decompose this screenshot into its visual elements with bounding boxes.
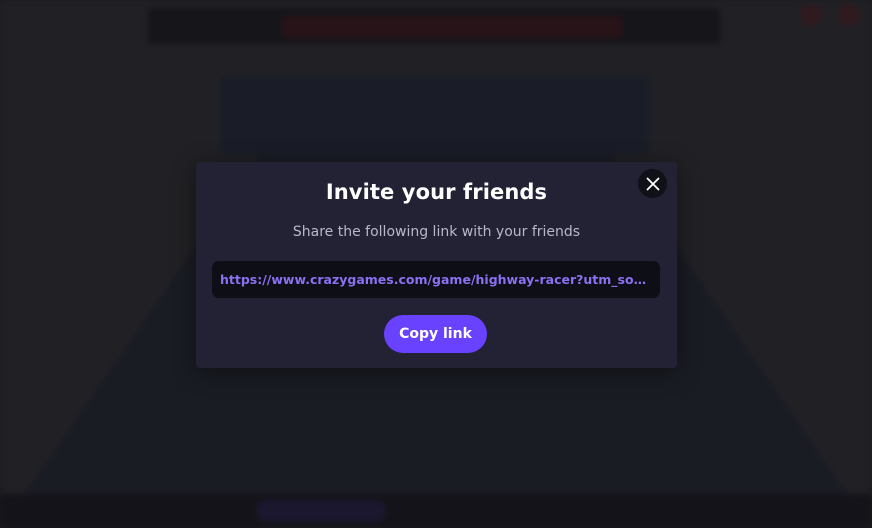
dialog-subtitle: Share the following link with your frien… xyxy=(292,224,581,240)
invite-friends-dialog: Invite your friends Share the following … xyxy=(196,162,677,368)
dialog-title: Invite your friends xyxy=(325,180,548,204)
share-link-text[interactable]: https://www.crazygames.com/game/highway-… xyxy=(220,272,652,287)
share-link-field[interactable]: https://www.crazygames.com/game/highway-… xyxy=(212,261,660,298)
app-screen: Invite your friends Share the following … xyxy=(0,0,872,528)
copy-link-button[interactable]: Copy link xyxy=(384,315,487,353)
